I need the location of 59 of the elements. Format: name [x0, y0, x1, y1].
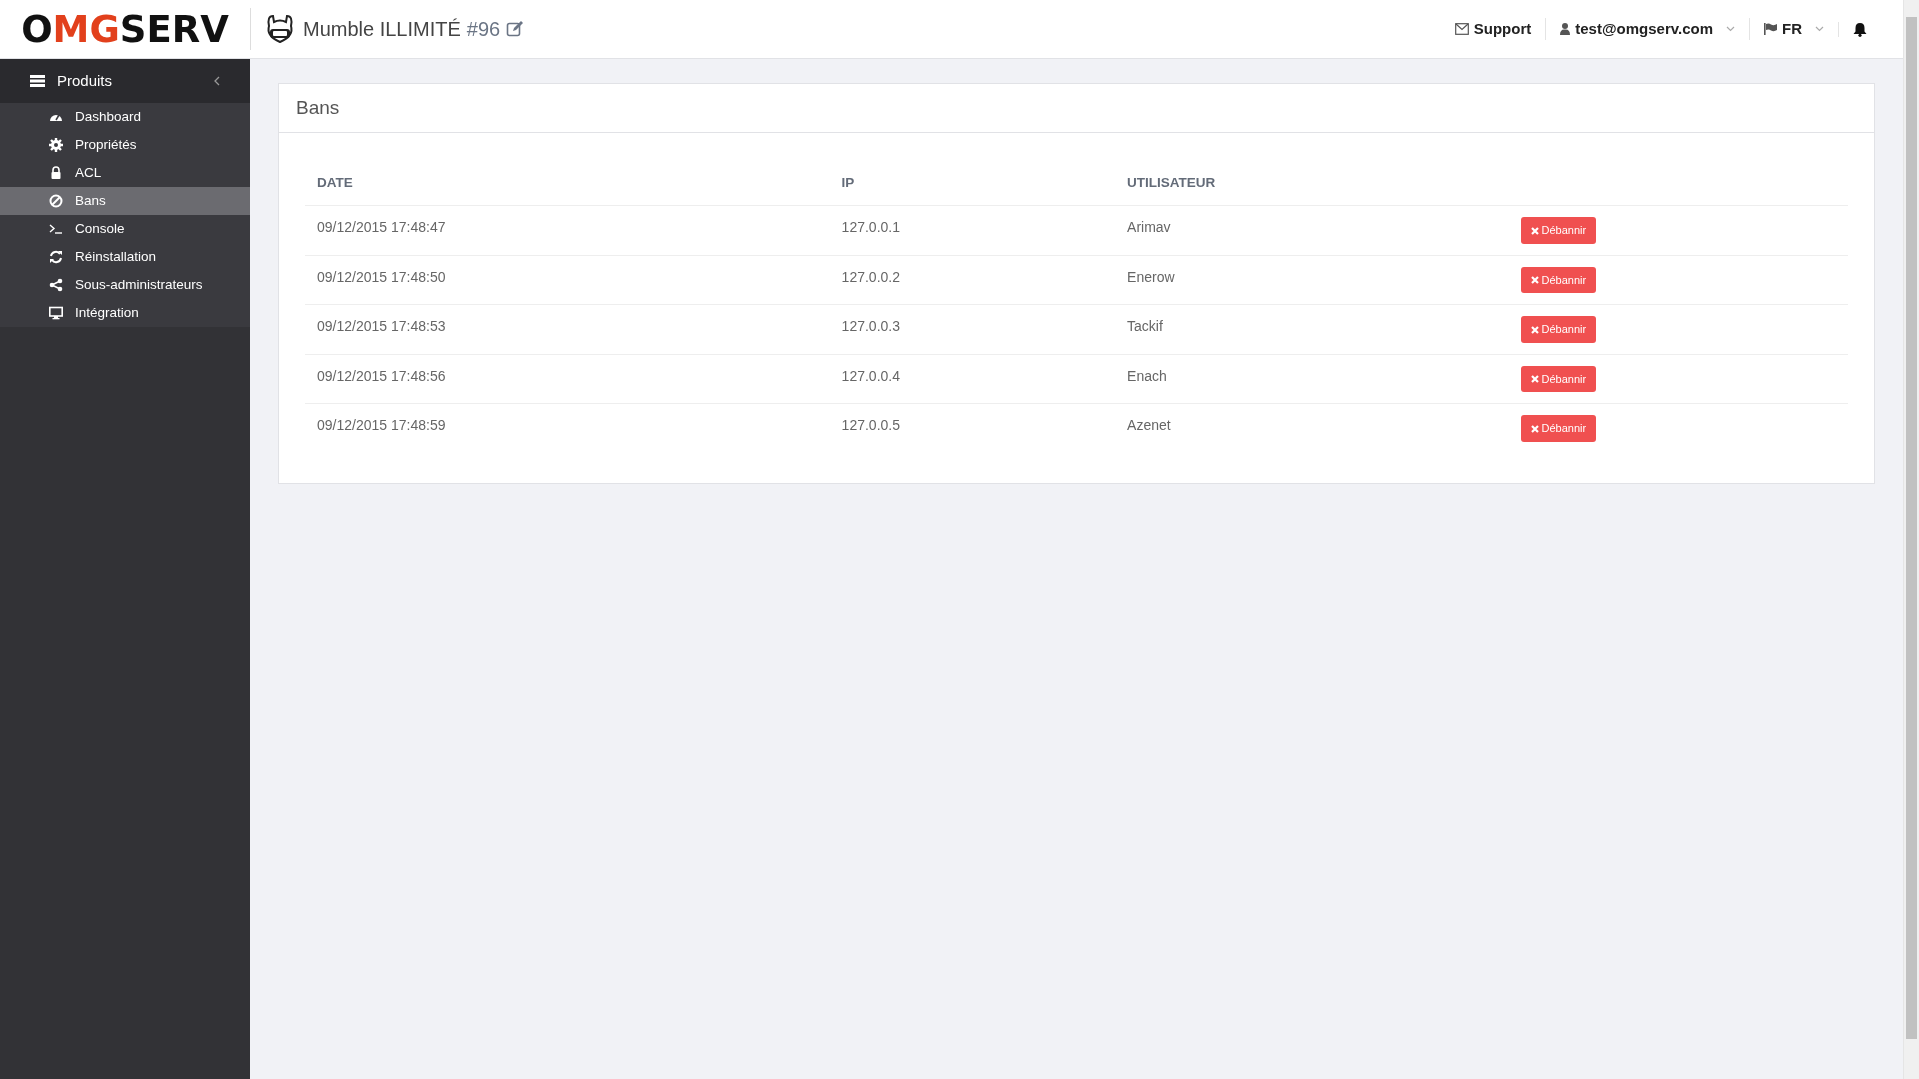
refresh-icon	[49, 250, 63, 264]
list-icon	[30, 75, 45, 87]
column-header: IP	[829, 161, 1116, 206]
sidebar-section[interactable]: Produits	[57, 69, 113, 93]
gear-icon	[49, 138, 63, 152]
unban-button[interactable]: Débannir	[1520, 217, 1597, 244]
sidebar-item[interactable]: Dashboard	[0, 103, 250, 131]
support-link[interactable]: Support	[1473, 17, 1532, 41]
unban-button[interactable]: Débannir	[1520, 266, 1597, 294]
share-icon	[49, 278, 63, 292]
chevron-icon[interactable]	[213, 76, 220, 86]
flag-icon	[1764, 23, 1777, 35]
table-cell: Azenet	[1115, 403, 1509, 453]
table-cell: Tackif	[1115, 304, 1509, 355]
sidebar-item[interactable]: Sous-administrateurs	[0, 271, 250, 299]
monitor-icon	[49, 306, 63, 320]
edit-icon[interactable]	[506, 20, 525, 38]
table-cell: 127.0.0.2	[829, 255, 1116, 305]
column-header: UTILISATEUR	[1115, 161, 1509, 206]
language-link[interactable]: FR	[1782, 17, 1802, 41]
sidebar-item[interactable]: Intégration	[0, 299, 250, 327]
table-cell: Arimav	[1115, 205, 1509, 256]
sidebar-item[interactable]: Bans	[0, 187, 250, 215]
unban-button[interactable]: Débannir	[1520, 316, 1597, 343]
table-cell: 09/12/2015 17:48:53	[305, 304, 830, 355]
sidebar-item[interactable]: Console	[0, 215, 250, 243]
scrollbar[interactable]	[1903, 0, 1919, 1079]
close-icon	[1530, 375, 1539, 383]
terminal-icon	[49, 222, 63, 236]
table-cell: Enach	[1115, 354, 1509, 404]
server-name: Mumble ILLIMITÉ	[303, 17, 461, 42]
lock-icon	[49, 166, 63, 180]
bell-icon	[1853, 21, 1867, 37]
table-cell: 127.0.0.4	[829, 354, 1116, 404]
table-cell: 09/12/2015 17:48:47	[305, 205, 830, 256]
ban-icon	[49, 194, 63, 208]
logo[interactable]: OMGSERV	[0, 10, 250, 48]
table-cell: Enerow	[1115, 255, 1509, 305]
mail-icon	[1454, 23, 1469, 35]
sidebar-item[interactable]: ACL	[0, 159, 250, 187]
column-header: DATE	[305, 161, 830, 206]
panel-title: Bans	[296, 95, 340, 120]
table-cell: 127.0.0.1	[829, 205, 1116, 256]
unban-button[interactable]: Débannir	[1520, 365, 1597, 393]
server-id: #96	[466, 17, 501, 42]
user-icon	[1560, 23, 1571, 35]
sidebar-item[interactable]: Propriétés	[0, 131, 250, 159]
table-cell: 09/12/2015 17:48:59	[305, 403, 830, 453]
close-icon	[1530, 424, 1539, 433]
table-cell: 127.0.0.3	[829, 304, 1116, 355]
close-icon	[1530, 276, 1539, 284]
table-cell: 127.0.0.5	[829, 403, 1116, 453]
close-icon	[1530, 226, 1539, 235]
table-cell: 09/12/2015 17:48:50	[305, 255, 830, 305]
table-cell: 09/12/2015 17:48:56	[305, 354, 830, 404]
close-icon	[1530, 325, 1539, 334]
unban-button[interactable]: Débannir	[1520, 415, 1597, 442]
sidebar-item[interactable]: Réinstallation	[0, 243, 250, 271]
user-link[interactable]: test@omgserv.com	[1575, 17, 1713, 41]
